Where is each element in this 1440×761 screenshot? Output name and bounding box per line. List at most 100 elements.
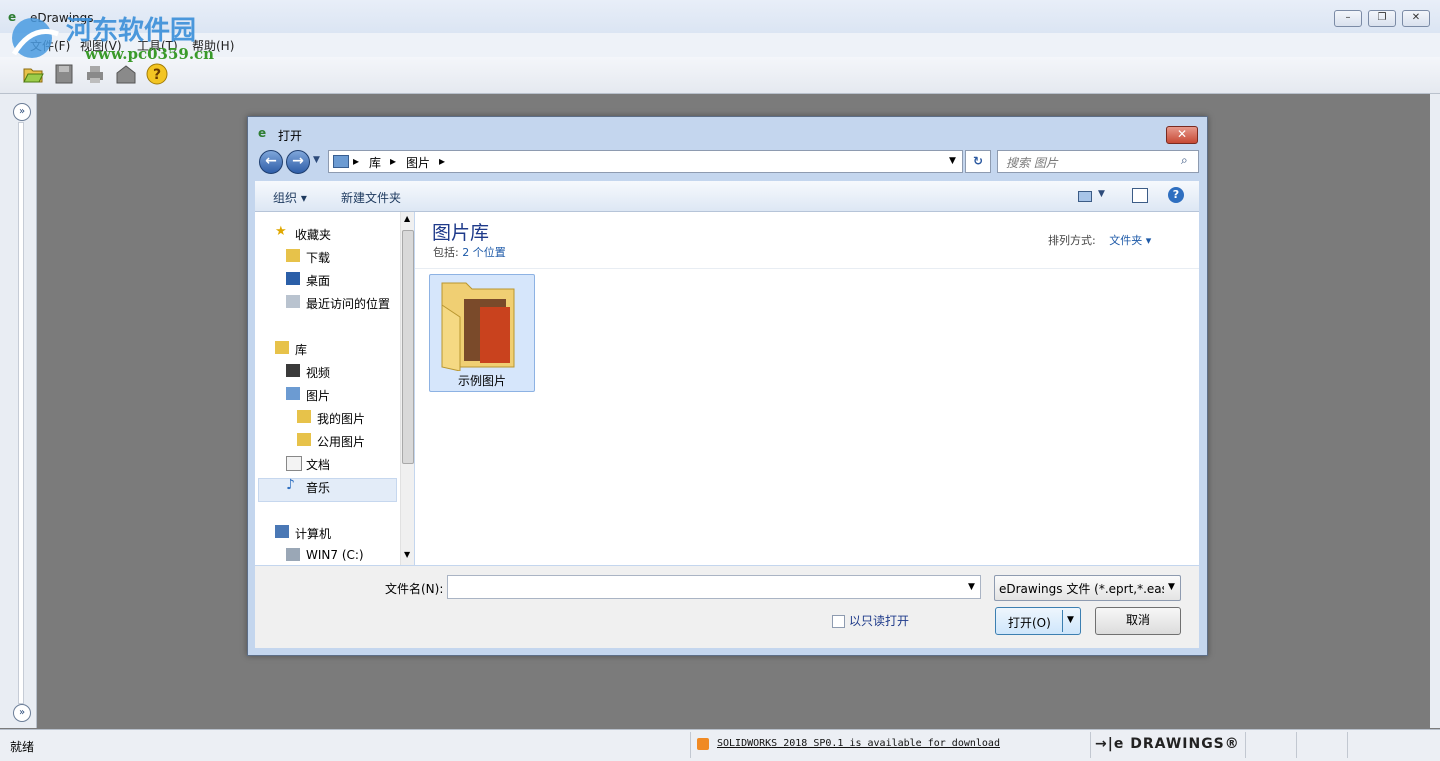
nav-label: 文档 — [306, 458, 331, 472]
drive-icon — [286, 548, 300, 561]
dialog-close-button[interactable]: ✕ — [1166, 126, 1198, 144]
nav-pictures[interactable]: 图片 — [255, 383, 395, 405]
downloads-folder-icon — [286, 249, 300, 262]
folder-icon — [297, 433, 311, 446]
chevron-right-icon[interactable]: ▸ — [353, 154, 359, 168]
readonly-checkbox[interactable] — [832, 615, 845, 628]
readonly-label[interactable]: 以只读打开 — [849, 612, 909, 629]
sort-label: 排列方式: — [1048, 234, 1096, 247]
change-view-icon[interactable] — [1078, 191, 1092, 202]
search-input[interactable]: 搜索 图片 ⌕ — [997, 150, 1199, 173]
toolbar: ? — [0, 57, 1440, 94]
help-icon[interactable]: ? — [1168, 187, 1184, 203]
cancel-button[interactable]: 取消 — [1095, 607, 1181, 635]
new-folder-button[interactable]: 新建文件夹 — [341, 189, 401, 206]
dialog-footer: 文件名(N): ▼ eDrawings 文件 (*.eprt,*.easr ▼ … — [255, 566, 1199, 648]
address-bar[interactable]: ▸ 库 ▸ 图片 ▸ ▼ — [328, 150, 963, 173]
close-button[interactable]: ✕ — [1402, 10, 1430, 27]
status-divider — [1347, 732, 1348, 758]
folder-name: 示例图片 — [457, 374, 506, 388]
documents-icon — [286, 456, 302, 471]
includes-label: 包括: — [433, 246, 459, 259]
open-button-label: 打开(O) — [1008, 616, 1051, 630]
print-icon[interactable] — [84, 63, 106, 85]
nav-label: WIN7 (C:) — [306, 548, 364, 562]
navigation-pane: ★ 收藏夹 下载 桌面 最近访问的位置 库 视频 图片 我的图片 公用图片 文档… — [255, 212, 414, 565]
split-divider — [1062, 610, 1063, 632]
nav-videos[interactable]: 视频 — [255, 360, 395, 382]
open-options-dropdown-icon[interactable]: ▼ — [1067, 615, 1074, 625]
chevron-right-icon[interactable]: ▸ — [390, 154, 396, 168]
restore-button[interactable]: ❐ — [1368, 10, 1396, 27]
file-type-value: eDrawings 文件 (*.eprt,*.easr — [999, 582, 1164, 596]
filename-dropdown-icon[interactable]: ▼ — [968, 582, 975, 592]
title-bar: e eDrawings – ❐ ✕ — [0, 0, 1440, 33]
open-dialog: e 打开 ✕ ← → ▼ ▸ 库 ▸ 图片 ▸ ▼ ↻ 搜索 图片 ⌕ 组织 ▾… — [247, 116, 1208, 656]
recent-pages-chevron-icon[interactable]: ▼ — [313, 155, 320, 165]
filename-field[interactable]: ▼ — [447, 575, 981, 599]
chevron-down-icon: ▼ — [1168, 582, 1175, 592]
nav-label: 我的图片 — [317, 412, 366, 426]
nav-label: 图片 — [306, 389, 331, 403]
dialog-title: 打开 — [278, 129, 303, 143]
scroll-up-icon[interactable]: ▲ — [404, 214, 410, 223]
update-notice-link[interactable]: SOLIDWORKS 2018 SP0.1 is available for d… — [717, 738, 1000, 749]
expand-panel-icon[interactable]: » — [13, 103, 31, 121]
send-mail-icon[interactable] — [115, 63, 137, 85]
includes-locations-link[interactable]: 2 个位置 — [462, 246, 506, 259]
dialog-app-icon: e — [258, 126, 267, 140]
watermark-text: 河东软件园 — [66, 16, 197, 46]
file-type-select[interactable]: eDrawings 文件 (*.eprt,*.easr ▼ — [994, 575, 1181, 601]
pictures-icon — [286, 387, 300, 400]
library-title: 图片库 — [432, 222, 490, 244]
breadcrumb-pictures[interactable]: 图片 — [406, 154, 430, 171]
scroll-down-icon[interactable]: ▼ — [404, 550, 410, 559]
arrange-by-dropdown[interactable]: 文件夹 ▾ — [1109, 234, 1151, 247]
organize-button[interactable]: 组织 ▾ — [273, 189, 307, 206]
back-button[interactable]: ← — [259, 150, 283, 174]
scroll-thumb[interactable] — [402, 230, 414, 464]
nav-computer[interactable]: 计算机 — [255, 521, 395, 543]
nav-my-pictures[interactable]: 我的图片 — [255, 406, 395, 428]
folder-item[interactable]: 示例图片 — [429, 274, 535, 392]
nav-public-pictures[interactable]: 公用图片 — [255, 429, 395, 451]
nav-scrollbar[interactable]: ▲ ▼ — [400, 212, 414, 565]
nav-downloads[interactable]: 下载 — [255, 245, 395, 267]
nav-label: 下载 — [306, 251, 331, 265]
chevron-right-icon[interactable]: ▸ — [439, 154, 445, 168]
nav-documents[interactable]: 文档 — [255, 452, 395, 474]
rss-icon — [697, 738, 709, 750]
status-bar: 就绪 SOLIDWORKS 2018 SP0.1 is available fo… — [0, 729, 1440, 761]
nav-desktop[interactable]: 桌面 — [255, 268, 395, 290]
minimize-button[interactable]: – — [1334, 10, 1362, 27]
address-dropdown-icon[interactable]: ▼ — [949, 156, 956, 166]
menu-bar: 文件(F) 视图(V) 工具(T) 帮助(H) — [0, 33, 1440, 58]
expand-bottom-icon[interactable]: » — [13, 704, 31, 722]
nav-favorites[interactable]: ★ 收藏夹 — [255, 222, 395, 244]
preview-pane-icon[interactable] — [1132, 188, 1148, 203]
nav-label: 公用图片 — [317, 435, 366, 449]
panel-divider — [18, 122, 24, 704]
nav-libraries[interactable]: 库 — [255, 337, 395, 359]
search-icon[interactable]: ⌕ — [1181, 153, 1188, 168]
watermark-logo-icon — [4, 14, 66, 67]
nav-drive-c[interactable]: WIN7 (C:) — [255, 544, 395, 566]
sample-pictures-folder-icon — [441, 282, 515, 371]
breadcrumb-library[interactable]: 库 — [369, 154, 381, 171]
svg-text:?: ? — [153, 67, 161, 83]
pictures-library-icon — [333, 155, 349, 168]
watermark-url: www.pc0359.cn — [85, 45, 215, 63]
refresh-icon[interactable]: ↻ — [965, 150, 991, 173]
status-divider — [1090, 732, 1091, 758]
forward-button[interactable]: → — [286, 150, 310, 174]
open-button[interactable]: 打开(O) ▼ — [995, 607, 1081, 635]
nav-recent[interactable]: 最近访问的位置 — [255, 291, 405, 313]
star-icon: ★ — [275, 224, 287, 239]
help-icon[interactable]: ? — [146, 63, 168, 85]
view-dropdown-icon[interactable]: ▼ — [1098, 189, 1105, 199]
status-text: 就绪 — [10, 740, 35, 754]
folder-icon — [297, 410, 311, 423]
status-divider — [1245, 732, 1246, 758]
nav-music[interactable]: ♪ 音乐 — [255, 475, 395, 497]
right-rail — [1430, 94, 1440, 728]
